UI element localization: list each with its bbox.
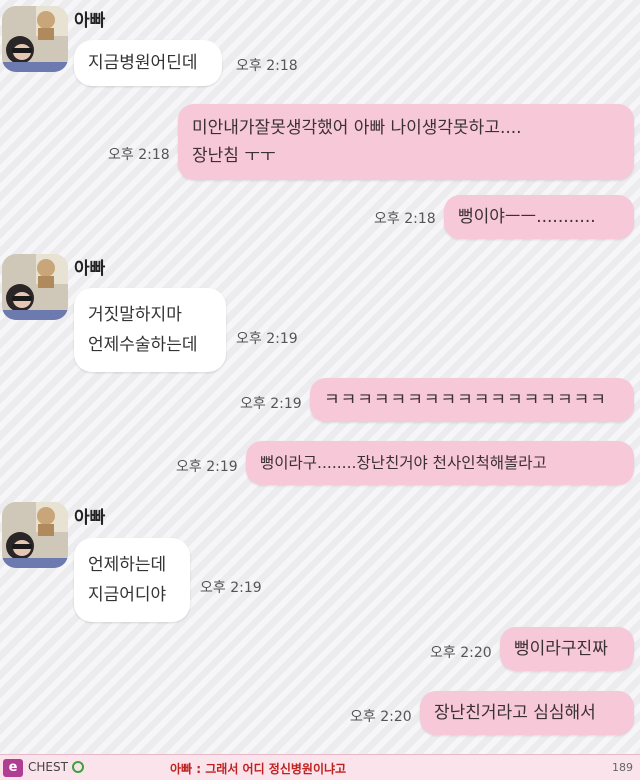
message-time: 오후 2:18 [108, 147, 170, 163]
message-bubble-outgoing[interactable]: 장난친거라고 심심해서 [420, 691, 634, 735]
message-bubble-outgoing[interactable]: 뻥이라구진짜 [500, 627, 634, 671]
message-bubble-outgoing[interactable]: 뻥이야ㅡㅡ........... [444, 195, 634, 239]
message-time: 오후 2:19 [236, 331, 298, 347]
message-time: 오후 2:19 [200, 580, 262, 596]
message-line: 장난침 ㅜㅜ [192, 146, 276, 166]
message-time: 오후 2:20 [350, 709, 412, 725]
message-line: 뻥이라구진짜 [514, 639, 608, 659]
page-count: 189 [612, 761, 633, 774]
message-time: 오후 2:19 [240, 396, 302, 412]
message-line: 언제수술하는데 [88, 335, 198, 355]
message-bubble-incoming[interactable]: 지금병원어딘데 [74, 40, 222, 86]
message-line: 장난친거라고 심심해서 [434, 703, 596, 723]
message-line: 언제하는데 [88, 555, 167, 575]
message-bubble-outgoing[interactable]: 미안내가잘못생각했어 아빠 나이생각못하고.... 장난침 ㅜㅜ [178, 104, 634, 180]
message-line: 지금어디야 [88, 585, 167, 605]
message-line: 미안내가잘못생각했어 아빠 나이생각못하고.... [192, 118, 522, 138]
site-logo-icon[interactable]: e [3, 759, 23, 777]
message-time: 오후 2:19 [176, 459, 238, 475]
bottom-bar: e CHEST 아빠 : 그래서 어디 정신병원이냐고 189 [0, 754, 640, 780]
message-line: 거짓말하지마 [88, 305, 182, 325]
sender-name: 아빠 [74, 259, 106, 279]
avatar[interactable] [2, 502, 68, 568]
avatar[interactable] [2, 6, 68, 72]
message-line: ㅋㅋㅋㅋㅋㅋㅋㅋㅋㅋㅋㅋㅋㅋㅋㅋㅋ [324, 390, 607, 410]
chat-area: 아빠 지금병원어딘데 오후 2:18 오후 2:18 미안내가잘못생각했어 아빠… [0, 0, 640, 754]
message-bubble-outgoing[interactable]: 뻥이라구........장난친거야 천사인척해볼라고 [246, 441, 634, 485]
brand-name[interactable]: CHEST [28, 760, 68, 774]
sender-name: 아빠 [74, 11, 106, 31]
message-bubble-incoming[interactable]: 언제하는데 지금어디야 [74, 538, 190, 622]
green-circle-icon [72, 761, 84, 773]
message-line: 지금병원어딘데 [88, 53, 198, 73]
message-bubble-outgoing[interactable]: ㅋㅋㅋㅋㅋㅋㅋㅋㅋㅋㅋㅋㅋㅋㅋㅋㅋ [310, 378, 634, 422]
sender-name: 아빠 [74, 508, 106, 528]
message-line: 뻥이야ㅡㅡ........... [458, 207, 596, 227]
message-line: 뻥이라구........장난친거야 천사인척해볼라고 [260, 454, 547, 472]
message-bubble-incoming[interactable]: 거짓말하지마 언제수술하는데 [74, 288, 226, 372]
ticker-text: 아빠 : 그래서 어디 정신병원이냐고 [170, 762, 347, 776]
avatar[interactable] [2, 254, 68, 320]
message-time: 오후 2:18 [374, 211, 436, 227]
message-time: 오후 2:20 [430, 645, 492, 661]
message-time: 오후 2:18 [236, 58, 298, 74]
